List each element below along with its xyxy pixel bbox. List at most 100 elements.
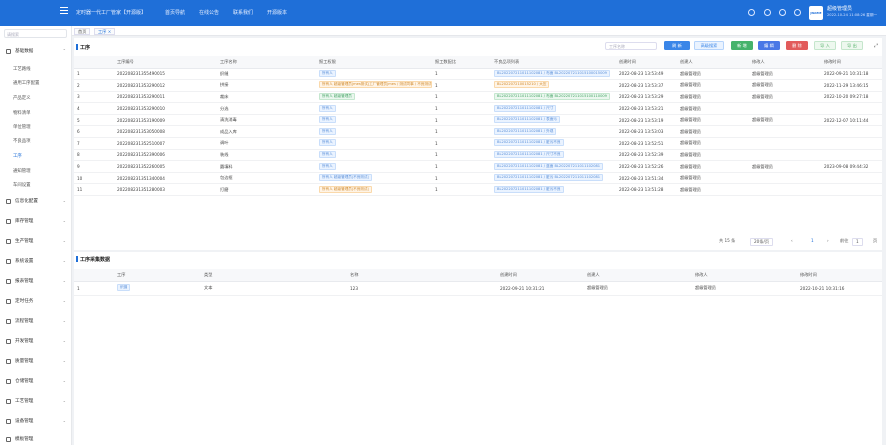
column-header-name[interactable]: 名称: [347, 269, 497, 282]
table-row[interactable]: 7 202208231352510007 调叶 所有人 1 BL2022072110111…: [74, 137, 882, 150]
sidebar-group-info-config[interactable]: 信息化配置 ⌄: [0, 196, 72, 206]
avatar[interactable]: JNAEIE: [809, 6, 823, 20]
table-row[interactable]: 11 202208231351280003 打磨 所有人 超级管理员|不良测试| 1 BL…: [74, 183, 882, 197]
page-size-select[interactable]: 20条/页: [750, 238, 774, 246]
close-icon[interactable]: ×: [108, 29, 112, 34]
sidebar-item-notice[interactable]: 通知管理: [13, 168, 31, 174]
table-row[interactable]: 4 202208231353290010 分选 所有人 1 BL2022072110111…: [74, 102, 882, 115]
sidebar-search-input[interactable]: 请搜索: [4, 29, 67, 38]
expand-icon[interactable]: ⤢: [874, 43, 878, 49]
sidebar-item-common-process[interactable]: 通用工序配置: [13, 80, 39, 86]
sidebar-item-unit[interactable]: 单位管理: [13, 124, 31, 130]
import-button[interactable]: 导 入: [814, 41, 836, 50]
creator: 超级管理员: [584, 281, 692, 296]
sidebar-item-routing[interactable]: 工艺路线: [13, 66, 31, 72]
nav-item-contact[interactable]: 联系我们: [233, 9, 253, 16]
process-name[interactable]: 裁床: [217, 91, 316, 104]
table-row[interactable]: 3 202208231353290011 裁床 所有人 超级管理员 1 BL2022072…: [74, 91, 882, 104]
column-header-process[interactable]: 工序: [114, 269, 201, 282]
sidebar-group-schedule[interactable]: 定时任务 ⌄: [0, 296, 72, 306]
export-button[interactable]: 导 出: [841, 41, 863, 50]
column-header-name[interactable]: 工序名称: [217, 56, 316, 69]
sidebar-group-flow[interactable]: 流程管理 ⌄: [0, 316, 72, 326]
lock-icon[interactable]: [779, 9, 786, 16]
nav-item-notice[interactable]: 在线公告: [199, 9, 219, 16]
table-row[interactable]: 6 202208231353050008 成品入库 所有人 1 BL20220721101…: [74, 125, 882, 139]
process-name[interactable]: 打磨: [217, 183, 316, 197]
nav-item-home[interactable]: 首页导航: [165, 9, 185, 16]
permission-cell: 所有人: [316, 137, 432, 150]
fullscreen-icon[interactable]: [794, 9, 801, 16]
column-header-modifier[interactable]: 修改人: [749, 56, 821, 69]
process-panel: 工序 工序名称 刷 新 高级搜索 新 增 编 辑 删 除 导 入 导 出 ⤢ 工…: [74, 38, 882, 250]
process-name[interactable]: 拼接: [217, 79, 316, 92]
sidebar-item-workshop[interactable]: 车间设置: [13, 182, 31, 188]
sidebar-group-device[interactable]: 设备管理 ⌄: [0, 416, 72, 426]
process-name[interactable]: 圆填料: [217, 160, 316, 173]
refresh-button[interactable]: 刷 新: [664, 41, 690, 50]
column-header-modified[interactable]: 修改时间: [797, 269, 882, 282]
column-header-creator[interactable]: 创建人: [584, 269, 692, 282]
user-name[interactable]: 超级管理员: [827, 5, 852, 12]
process-name[interactable]: 调叶: [217, 137, 316, 150]
column-header-ratio[interactable]: 报工数配比: [432, 56, 491, 69]
next-page-icon[interactable]: ›: [827, 238, 829, 243]
creator: 超级管理员: [677, 125, 749, 139]
table-row[interactable]: 5 202208231353190009 清洗消毒 所有人 1 BL20220721101…: [74, 114, 882, 127]
prev-page-icon[interactable]: ‹: [791, 238, 793, 243]
process-name[interactable]: 织缝: [217, 68, 316, 81]
edit-button[interactable]: 编 辑: [758, 41, 780, 50]
permission-tag: 所有人: [319, 162, 336, 170]
settings-icon[interactable]: [748, 9, 755, 16]
advanced-search-button[interactable]: 高级搜索: [694, 41, 724, 50]
table-row[interactable]: 9 202208231352260005 圆填料 所有人 1 BL202207211011…: [74, 160, 882, 173]
sidebar-item-product[interactable]: 产品定义: [13, 95, 31, 101]
sidebar-group-quality[interactable]: 质量管理 ⌄: [0, 356, 72, 366]
column-header-code[interactable]: 工序编号: [114, 56, 217, 69]
sidebar-group-report[interactable]: 报表管理 ⌄: [0, 276, 72, 286]
sidebar-item-bom[interactable]: 物料清单: [13, 110, 31, 116]
modified-time: [821, 102, 882, 115]
table-row[interactable]: 10 202208231351340004 包边框 所有人 超级管理员|不良测试| 1 B…: [74, 172, 882, 185]
sidebar-group-craft[interactable]: 工艺管理 ⌄: [0, 396, 72, 406]
column-header-type[interactable]: 类型: [201, 269, 347, 282]
sidebar-group-template[interactable]: 模板管理: [0, 434, 72, 444]
process-name-search-input[interactable]: 工序名称: [605, 42, 657, 50]
nav-item-opensource[interactable]: 开源版本: [267, 9, 287, 16]
sidebar-item-process[interactable]: 工序: [13, 153, 22, 159]
table-row[interactable]: 8 202208231352390006 装线 所有人 1 BL2022072110111…: [74, 149, 882, 162]
process-name[interactable]: 分选: [217, 102, 316, 115]
sidebar-group-production[interactable]: 生产管理 ⌄: [0, 236, 72, 246]
process-name[interactable]: 装线: [217, 149, 316, 162]
table-row[interactable]: 2 202208231353290012 拼接 所有人 超级管理员|mes测试|工厂管…: [74, 79, 882, 92]
delete-button[interactable]: 删 除: [786, 41, 808, 50]
column-header-defects[interactable]: 不良品项列表: [491, 56, 616, 69]
column-header-permission[interactable]: 报工权限: [316, 56, 432, 69]
table-row[interactable]: 1 织缝 文本 123 2022-09-21 10:31:21 超级管理员 超级管理员 202…: [74, 281, 882, 296]
add-button[interactable]: 新 增: [731, 41, 753, 50]
sidebar-group-storage[interactable]: 仓储管理 ⌄: [0, 376, 72, 386]
bell-icon[interactable]: [764, 9, 771, 16]
process-name[interactable]: 成品入库: [217, 125, 316, 139]
process-name[interactable]: 清洗消毒: [217, 114, 316, 127]
menu-toggle-icon[interactable]: [60, 7, 68, 15]
current-page[interactable]: 1: [811, 238, 814, 243]
table-row[interactable]: 1 202208231355490015 织缝 所有人 1 BL2022072110111…: [74, 68, 882, 81]
goto-page-input[interactable]: 1: [852, 238, 863, 246]
process-name[interactable]: 包边框: [217, 172, 316, 185]
created-time: 2022-08-23 13:52:26: [616, 160, 677, 173]
tab-home[interactable]: 首页: [74, 28, 91, 35]
sidebar-group-dev[interactable]: 开发管理 ⌄: [0, 336, 72, 346]
column-header-created[interactable]: 创建时间: [497, 269, 584, 282]
sidebar-group-inventory[interactable]: 库存管理 ⌄: [0, 216, 72, 226]
column-header-modifier[interactable]: 修改人: [692, 269, 797, 282]
column-header-modified[interactable]: 修改时间: [821, 56, 882, 69]
created-time: 2022-08-23 13:53:19: [616, 114, 677, 127]
process-tag: 织缝: [117, 284, 131, 291]
sidebar-item-defect[interactable]: 不良品项: [13, 138, 31, 144]
sidebar-group-basic-data[interactable]: 基础数据 ⌃: [0, 46, 72, 56]
sidebar-group-system[interactable]: 系统设置 ⌄: [0, 256, 72, 266]
column-header-created[interactable]: 创建时间: [616, 56, 677, 69]
tab-process[interactable]: 工序 ×: [94, 28, 116, 35]
column-header-creator[interactable]: 创建人: [677, 56, 749, 69]
